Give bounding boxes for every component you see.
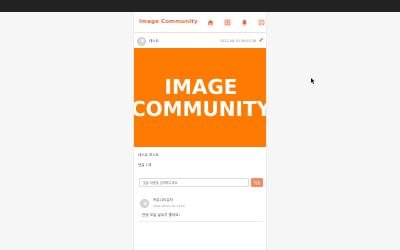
new-post-icon[interactable]: [219, 17, 236, 27]
mobile-app-panel: Image Community 테스트 2022-08-10 00:01:38 …: [133, 12, 267, 250]
post-title: 테스트 포스트: [138, 153, 159, 157]
post-header: 테스트 2022-08-10 00:01:38: [134, 34, 266, 48]
post-image: IMAGE COMMUNITY: [133, 48, 267, 147]
comment-input[interactable]: [139, 178, 249, 187]
post-author: 테스트: [149, 38, 159, 43]
menu-icon[interactable]: [253, 17, 266, 27]
comment-item: 커뮤니티유저 2022-08-10 02:14:05 안녕 오늘 날씨가 좋아요…: [139, 196, 263, 222]
post-date: 2022-08-10 00:01:38: [219, 39, 256, 43]
header-nav: [202, 17, 266, 27]
mouse-cursor-icon: [311, 78, 315, 84]
comment-date: 2022-08-10 02:14:05: [153, 204, 185, 208]
post-image-line-1: IMAGE: [164, 74, 238, 99]
comment-text: 안녕 오늘 날씨가 좋아요!: [142, 213, 180, 217]
bell-icon[interactable]: [236, 17, 253, 27]
post-comment-count: 댓글 1개: [138, 163, 152, 167]
app-header: Image Community: [134, 12, 266, 33]
avatar: [137, 36, 146, 46]
browser-top-bar: [0, 0, 400, 12]
home-icon[interactable]: [202, 17, 219, 27]
edit-icon[interactable]: [258, 37, 264, 43]
comment-submit-button[interactable]: 작성: [251, 178, 263, 187]
post-image-line-2: COMMUNITY: [133, 96, 267, 121]
comment-author: 커뮤니티유저: [153, 198, 173, 202]
avatar: [140, 199, 149, 208]
brand-title[interactable]: Image Community: [139, 19, 198, 25]
comment-form: 작성: [139, 178, 264, 187]
